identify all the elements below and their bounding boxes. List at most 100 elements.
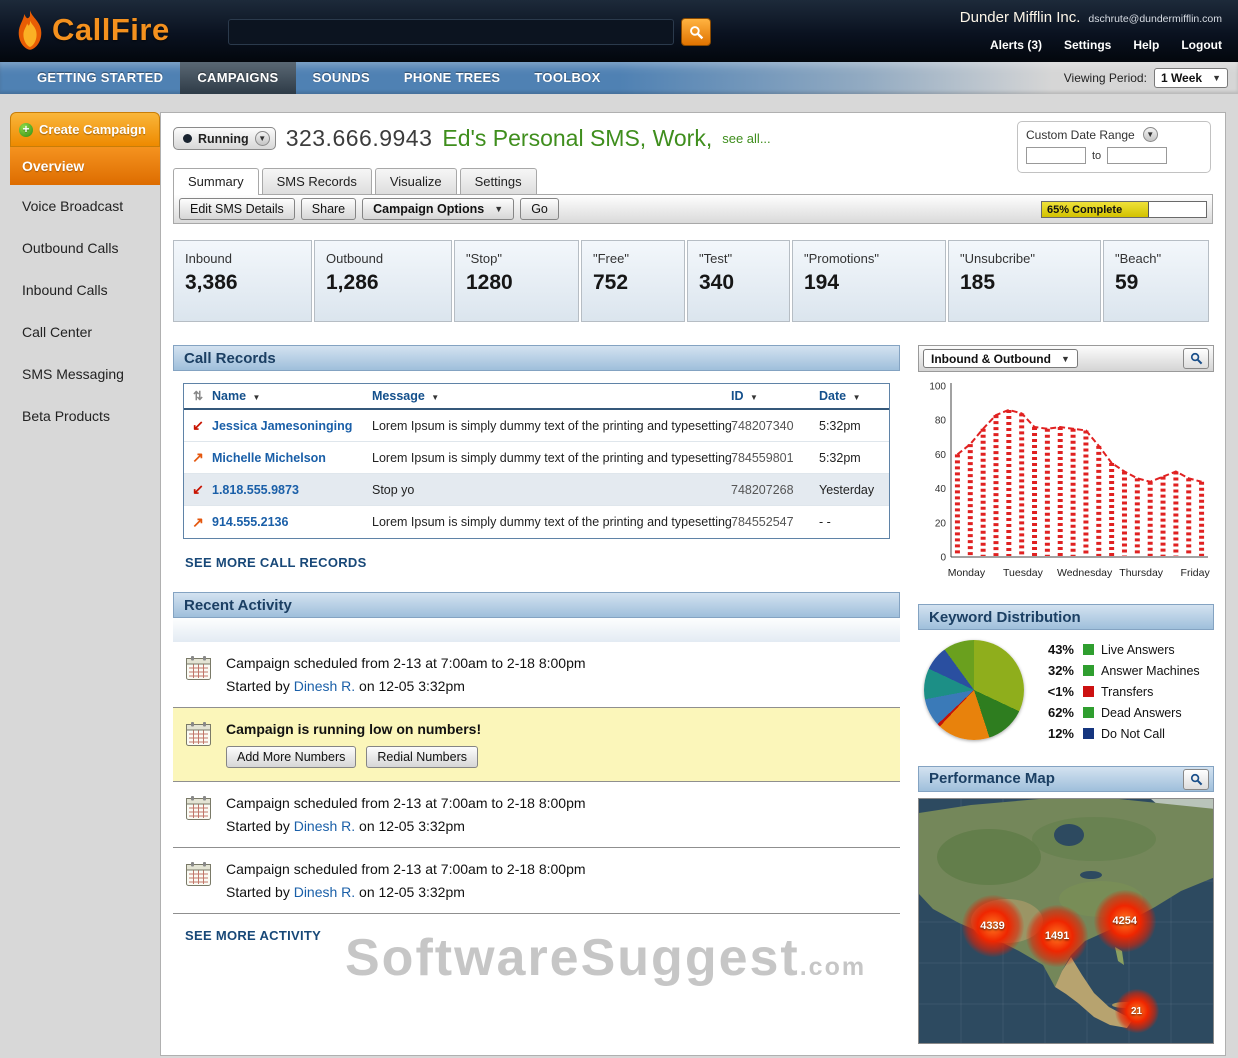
record-date: Yesterday: [819, 483, 889, 497]
share-button[interactable]: Share: [301, 198, 356, 220]
tab-summary[interactable]: Summary: [173, 168, 259, 195]
record-name[interactable]: 1.818.555.9873: [212, 483, 372, 497]
stat-box-promotions: "Promotions"194: [792, 240, 946, 322]
callfire-logo[interactable]: CallFire: [14, 8, 170, 52]
stat-value: 1,286: [326, 271, 451, 295]
help-link[interactable]: Help: [1133, 38, 1159, 52]
logout-link[interactable]: Logout: [1181, 38, 1222, 52]
keyword-legend: 43%Live Answers32%Answer Machines<1%Tran…: [1034, 642, 1200, 746]
sidebar-item-outbound-calls[interactable]: Outbound Calls: [10, 227, 160, 269]
record-name[interactable]: Jessica Jamesoninging: [212, 419, 372, 433]
call-record-row[interactable]: ↗Michelle MichelsonLorem Ipsum is simply…: [184, 442, 889, 474]
campaign-status-dropdown[interactable]: Running ▼: [173, 127, 276, 150]
record-message: Lorem Ipsum is simply dummy text of the …: [372, 419, 731, 433]
nav-item-campaigns[interactable]: CAMPAIGNS: [180, 62, 295, 94]
outbound-arrow-icon: ↗: [184, 514, 212, 531]
activity-text: Campaign scheduled from 2-13 at 7:00am t…: [226, 655, 586, 671]
record-id: 784559801: [731, 451, 819, 465]
user-link[interactable]: Dinesh R.: [294, 818, 355, 834]
stat-box-inbound: Inbound 3,386: [173, 240, 312, 322]
see-all-link[interactable]: see all...: [722, 131, 770, 146]
stat-value: 3,386: [185, 271, 311, 295]
sort-icon: ▼: [853, 393, 861, 402]
chevron-down-icon: ▼: [494, 204, 503, 214]
record-name[interactable]: Michelle Michelson: [212, 451, 372, 465]
chart-zoom-button[interactable]: [1183, 348, 1209, 369]
inbound-outbound-dropdown[interactable]: Inbound & Outbound ▼: [923, 349, 1078, 368]
legend-row: <1%Transfers: [1034, 684, 1200, 699]
sidebar-item-sms-messaging[interactable]: SMS Messaging: [10, 353, 160, 395]
call-record-row[interactable]: ↗914.555.2136Lorem Ipsum is simply dummy…: [184, 506, 889, 538]
viewing-period: Viewing Period: 1 Week ▼: [1064, 62, 1228, 94]
record-name[interactable]: 914.555.2136: [212, 515, 372, 529]
activity-text: Campaign scheduled from 2-13 at 7:00am t…: [226, 861, 586, 877]
create-campaign-button[interactable]: + Create Campaign: [10, 112, 160, 147]
settings-link[interactable]: Settings: [1064, 38, 1111, 52]
date-from-input[interactable]: [1026, 147, 1086, 164]
sidebar-item-beta-products[interactable]: Beta Products: [10, 395, 160, 437]
call-record-row[interactable]: ↙1.818.555.9873Stop yo748207268Yesterday: [184, 474, 889, 506]
nav-item-phone-trees[interactable]: PHONE TREES: [387, 62, 517, 94]
sidebar-item-voice-broadcast[interactable]: Voice Broadcast: [10, 185, 160, 227]
flame-icon: [14, 8, 46, 52]
add-more-numbers-button[interactable]: Add More Numbers: [226, 746, 356, 768]
sort-icon: ▼: [431, 393, 439, 402]
search-button[interactable]: [681, 18, 711, 46]
call-record-row[interactable]: ↙Jessica JamesoningingLorem Ipsum is sim…: [184, 410, 889, 442]
legend-swatch: [1083, 686, 1094, 697]
stat-label: "Beach": [1115, 251, 1208, 266]
record-id: 748207340: [731, 419, 819, 433]
chart-filter-bar: Inbound & Outbound ▼: [918, 345, 1214, 372]
activity-subtext: Started by Dinesh R. on 12-05 3:32pm: [226, 818, 586, 834]
calendar-icon: [185, 795, 212, 834]
custom-date-range: Custom Date Range ▼ to: [1017, 121, 1211, 173]
column-header-message[interactable]: Message ▼: [372, 389, 731, 403]
nav-item-toolbox[interactable]: TOOLBOX: [517, 62, 617, 94]
see-more-activity-link[interactable]: SEE MORE ACTIVITY: [185, 928, 321, 943]
viewing-period-dropdown[interactable]: 1 Week ▼: [1154, 68, 1228, 88]
campaign-options-label: Campaign Options: [373, 202, 484, 216]
column-header-name[interactable]: Name ▼: [212, 389, 372, 403]
edit-sms-details-button[interactable]: Edit SMS Details: [179, 198, 295, 220]
campaign-toolbar: Edit SMS Details Share Campaign Options …: [173, 194, 1213, 224]
tab-visualize[interactable]: Visualize: [375, 168, 457, 194]
sidebar-item-overview[interactable]: Overview: [10, 147, 160, 185]
global-search-input[interactable]: [228, 19, 674, 45]
date-to-input[interactable]: [1107, 147, 1167, 164]
nav-item-sounds[interactable]: SOUNDS: [296, 62, 387, 94]
legend-label: Transfers: [1101, 685, 1153, 699]
tab-settings[interactable]: Settings: [460, 168, 537, 194]
calendar-icon: [185, 655, 212, 694]
account-area: Dunder Mifflin Inc. dschrute@dundermiffl…: [960, 9, 1222, 52]
sidebar-item-inbound-calls[interactable]: Inbound Calls: [10, 269, 160, 311]
redial-numbers-button[interactable]: Redial Numbers: [366, 746, 478, 768]
alerts-3-link[interactable]: Alerts (3): [990, 38, 1042, 52]
user-link[interactable]: Dinesh R.: [294, 678, 355, 694]
magnifier-icon: [1190, 773, 1203, 786]
see-more-call-records-link[interactable]: SEE MORE CALL RECORDS: [185, 555, 367, 570]
map-zoom-button[interactable]: [1183, 769, 1209, 790]
column-header-date[interactable]: Date ▼: [819, 389, 889, 403]
record-message: Lorem Ipsum is simply dummy text of the …: [372, 515, 731, 529]
stat-label: Inbound: [185, 251, 311, 266]
inbound-outbound-chart: 020406080100MondayTuesdayWednesdayThursd…: [918, 378, 1214, 588]
column-header-id[interactable]: ID ▼: [731, 389, 819, 403]
main-content: Running ▼ 323.666.9943 Ed's Personal SMS…: [160, 112, 1226, 1056]
activity-item: Campaign scheduled from 2-13 at 7:00am t…: [173, 642, 900, 708]
record-message: Lorem Ipsum is simply dummy text of the …: [372, 451, 731, 465]
stat-value: 340: [699, 271, 789, 295]
keyword-pie-chart: [924, 640, 1024, 740]
nav-item-getting-started[interactable]: GETTING STARTED: [20, 62, 180, 94]
sidebar-item-call-center[interactable]: Call Center: [10, 311, 160, 353]
svg-text:60: 60: [935, 450, 947, 461]
viewing-period-value: 1 Week: [1161, 71, 1202, 85]
campaign-options-dropdown[interactable]: Campaign Options ▼: [362, 198, 514, 220]
exchange-icon: ⇅: [184, 389, 212, 403]
go-button[interactable]: Go: [520, 198, 559, 220]
stat-label: Outbound: [326, 251, 451, 266]
user-link[interactable]: Dinesh R.: [294, 884, 355, 900]
tab-sms-records[interactable]: SMS Records: [262, 168, 372, 194]
activity-subtext: Started by Dinesh R. on 12-05 3:32pm: [226, 884, 586, 900]
chevron-down-icon[interactable]: ▼: [1143, 127, 1158, 142]
stat-value: 194: [804, 271, 945, 295]
